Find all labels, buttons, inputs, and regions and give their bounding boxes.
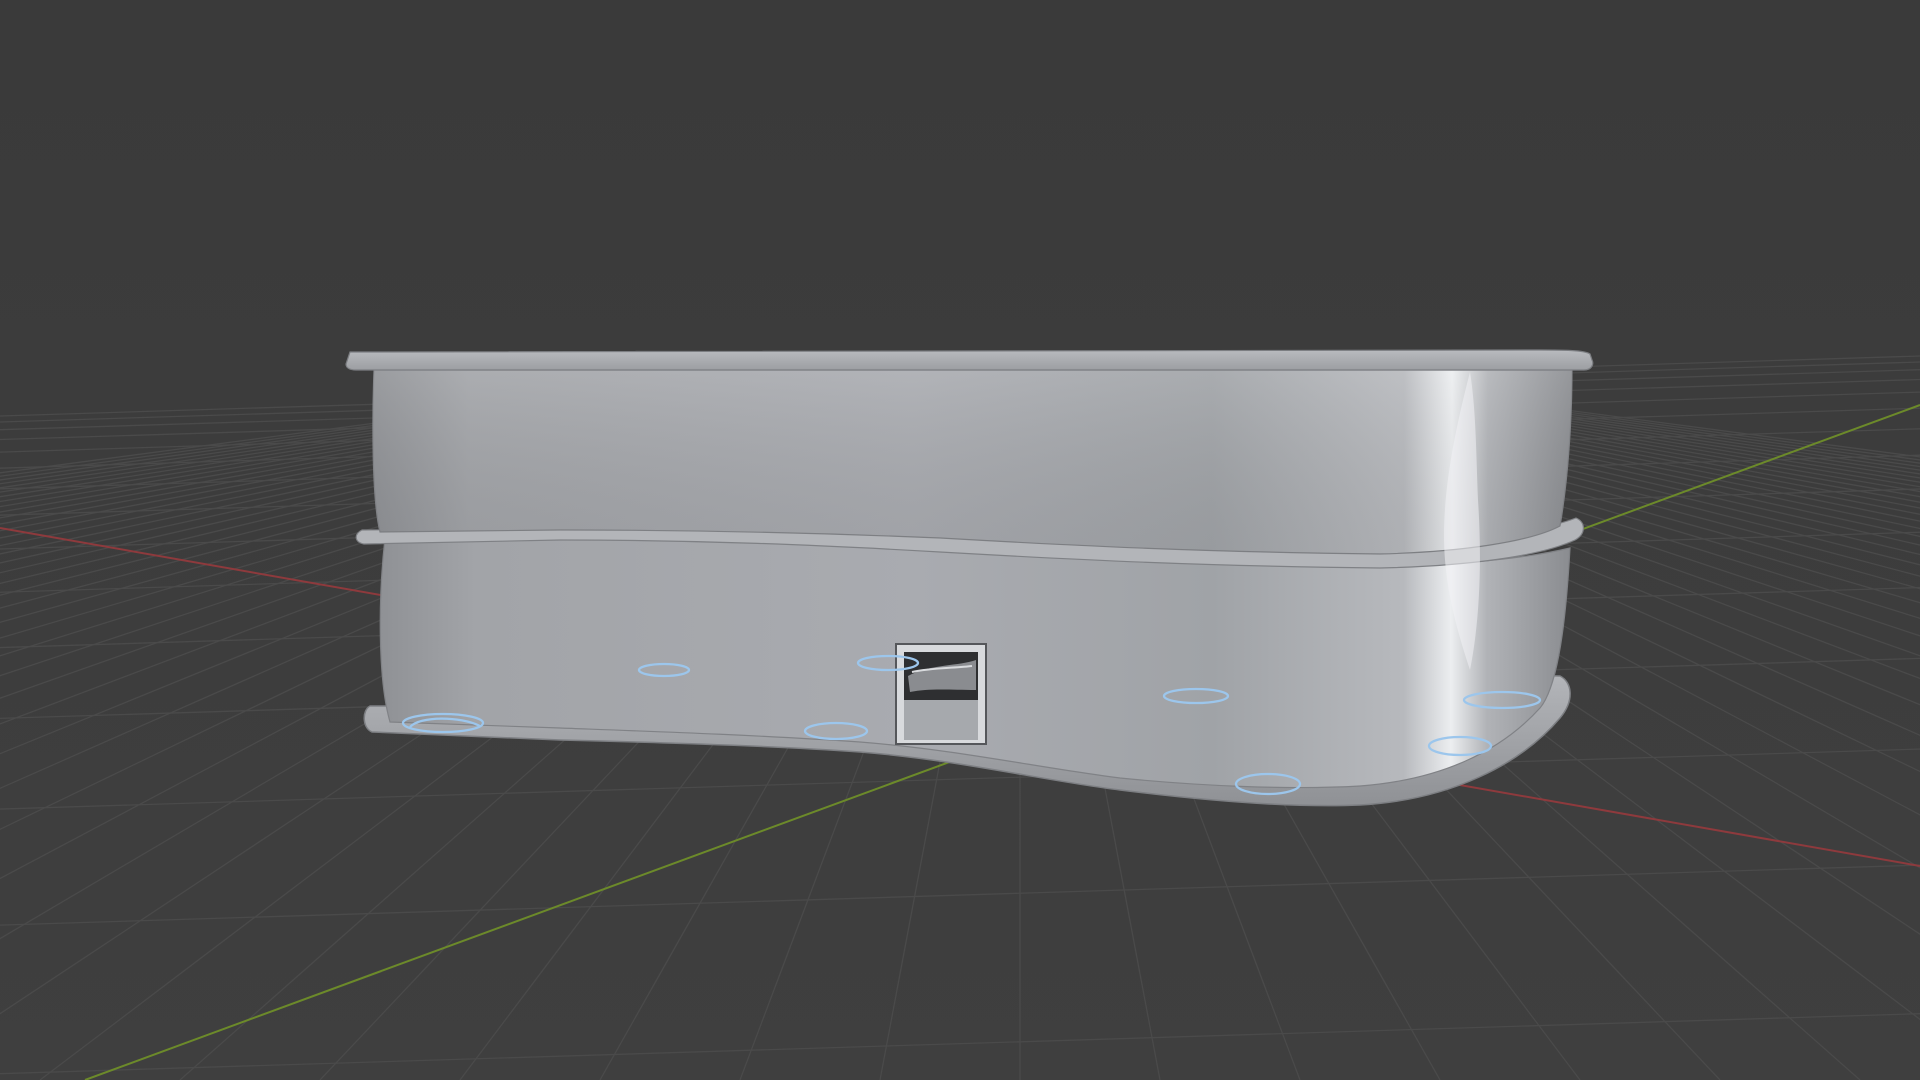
upper-wall-shading [372, 370, 1572, 554]
3d-viewport[interactable] [0, 0, 1920, 1080]
port-floor [904, 700, 978, 740]
viewport-canvas[interactable] [0, 0, 1920, 1080]
top-lid [345, 349, 1594, 371]
enclosure-model[interactable] [345, 349, 1594, 807]
